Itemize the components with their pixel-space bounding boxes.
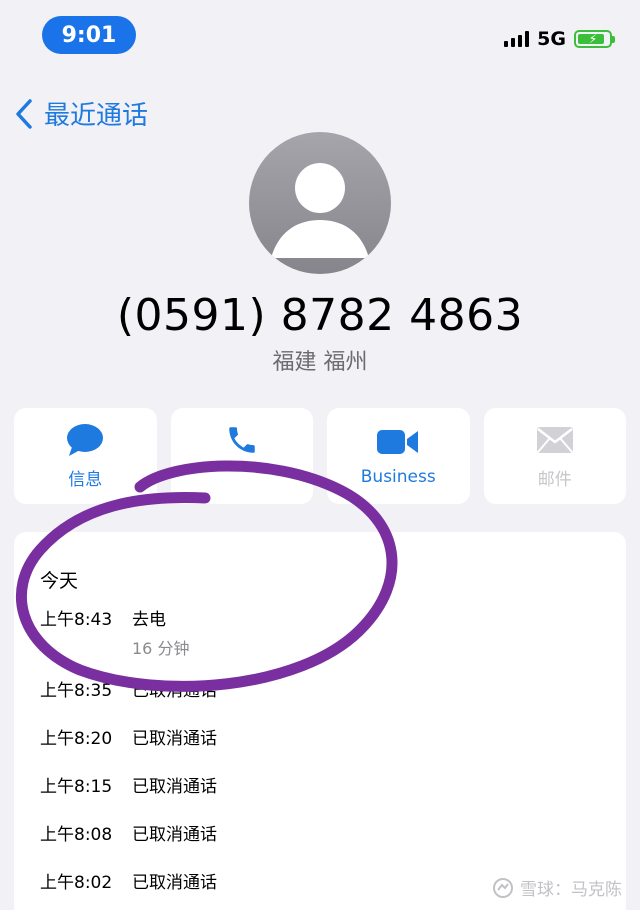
action-bar: 信息 Business 邮件	[14, 408, 626, 504]
call-row: 上午8:35 已取消通话	[40, 676, 217, 701]
call-status: 已取消通话	[132, 681, 217, 701]
message-button-label: 信息	[68, 469, 103, 490]
call-duration: 16 分钟	[132, 639, 190, 658]
video-icon	[377, 430, 419, 454]
call-status: 去电	[132, 610, 166, 630]
watermark-text: 雪球：马克陈	[520, 880, 622, 900]
call-time: 上午8:15	[40, 777, 113, 797]
call-row: 上午8:15 已取消通话	[40, 772, 217, 797]
contact-avatar	[249, 132, 391, 274]
call-row: 上午8:43 去电	[40, 605, 166, 630]
call-time: 上午8:43	[40, 610, 113, 630]
xueqiu-logo-icon	[493, 877, 513, 898]
back-label: 最近通话	[44, 101, 149, 131]
call-status: 已取消通话	[132, 825, 217, 845]
battery-charging-icon: ⚡	[574, 30, 615, 48]
status-indicators: 5G ⚡	[504, 28, 615, 50]
call-button[interactable]	[170, 408, 313, 504]
call-status: 已取消通话	[132, 777, 217, 797]
cellular-signal-icon	[504, 31, 530, 47]
mail-icon	[536, 426, 573, 453]
back-button[interactable]: 最近通话	[14, 95, 148, 132]
phone-icon	[229, 427, 255, 453]
call-row: 上午8:02 已取消通话	[40, 868, 217, 893]
call-time: 上午8:02	[40, 873, 113, 893]
phone-location: 福建 福州	[272, 350, 368, 375]
video-business-button[interactable]: Business	[327, 408, 470, 504]
call-status: 已取消通话	[132, 729, 217, 749]
watermark: 雪球：马克陈	[492, 875, 622, 900]
network-type: 5G	[537, 28, 566, 50]
status-time: 9:01	[42, 16, 136, 54]
person-silhouette-icon	[249, 132, 391, 274]
message-bubble-icon	[67, 423, 104, 456]
mail-button-label: 邮件	[537, 469, 572, 490]
call-row: 上午8:20 已取消通话	[40, 724, 217, 749]
history-day-label: 今天	[40, 570, 79, 592]
call-row: 上午8:08 已取消通话	[40, 820, 217, 845]
call-history-card: 今天 上午8:43 去电 16 分钟 上午8:35 已取消通话 上午8:20 已…	[14, 532, 626, 910]
call-status: 已取消通话	[132, 873, 217, 893]
mail-button[interactable]: 邮件	[483, 408, 626, 504]
call-time: 上午8:20	[40, 729, 113, 749]
phone-number: (0591) 8782 4863	[116, 290, 524, 341]
chevron-left-icon	[16, 98, 32, 129]
call-time: 上午8:08	[40, 825, 113, 845]
call-time: 上午8:35	[40, 681, 113, 701]
message-button[interactable]: 信息	[14, 408, 157, 504]
video-button-label: Business	[360, 467, 436, 487]
